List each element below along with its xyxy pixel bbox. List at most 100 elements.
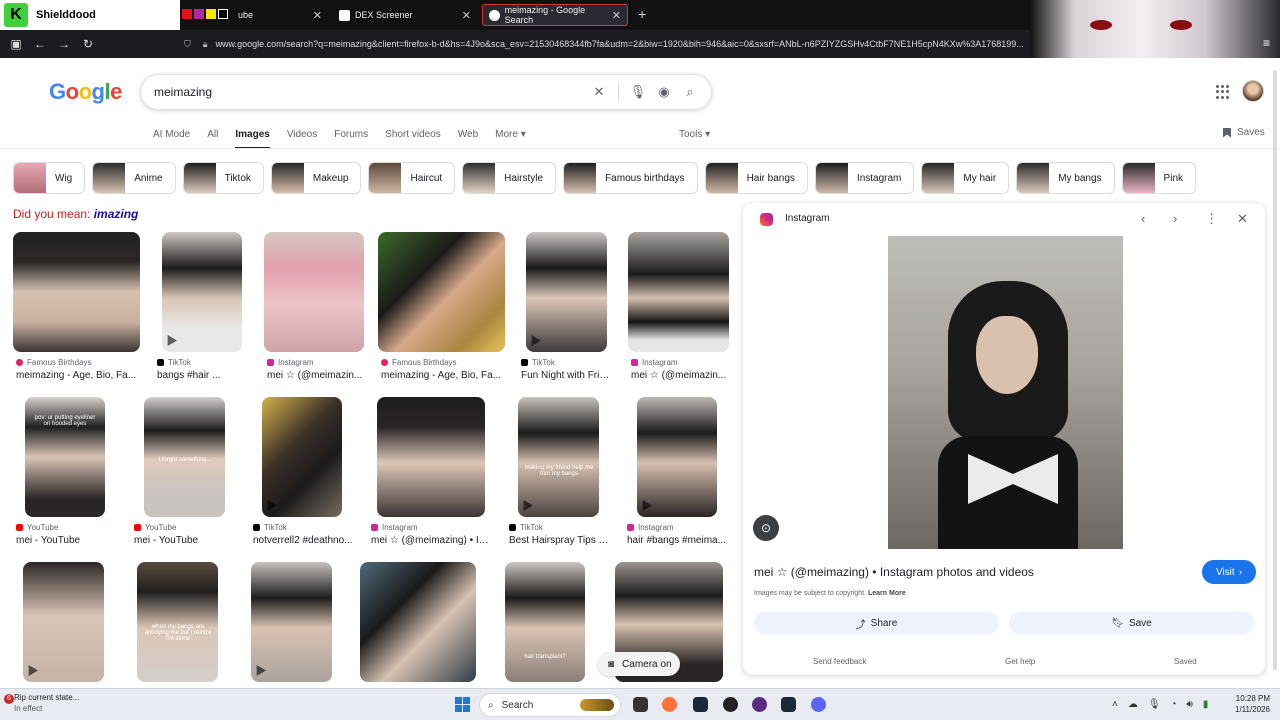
windows-start-icon[interactable]	[455, 697, 470, 712]
cloud-icon[interactable]: ☁	[1128, 699, 1138, 710]
suggested-term-link[interactable]: imazing	[94, 207, 139, 221]
steam-icon[interactable]	[693, 697, 708, 712]
share-button[interactable]: ⤴ Share	[754, 611, 999, 635]
learn-more-link[interactable]: Learn More	[868, 590, 906, 597]
taskbar-search[interactable]: ⌕ Search	[479, 693, 621, 717]
avatar[interactable]	[1242, 80, 1264, 102]
saves-button[interactable]: Saves	[1223, 127, 1265, 138]
chip-tiktok[interactable]: Tiktok	[182, 162, 264, 194]
clock[interactable]: 10:28 PM 1/11/2026	[1200, 693, 1270, 715]
preview-image[interactable]	[888, 236, 1123, 549]
search-box[interactable]: ✕ 🎙︎ ◉ ⌕	[140, 74, 712, 110]
previous-icon[interactable]: ‹	[1141, 211, 1145, 226]
tab-more[interactable]: More ▾	[495, 129, 526, 140]
microphone-icon[interactable]: 🎙︎	[1148, 699, 1161, 710]
chip-hair-bangs[interactable]: Hair bangs	[704, 162, 808, 194]
more-options-icon[interactable]: ⋮	[1205, 211, 1218, 227]
get-help-link[interactable]: Get help	[1005, 657, 1035, 666]
tab-forums[interactable]: Forums	[334, 129, 368, 140]
chip-makeup[interactable]: Makeup	[270, 162, 362, 194]
app-icon[interactable]	[752, 697, 767, 712]
steam-icon[interactable]	[781, 697, 796, 712]
sidebar-toggle-icon[interactable]: ▣	[4, 37, 28, 51]
result-thumbnail[interactable]: making my friend help me trim my bangs	[518, 397, 599, 517]
camera-on-notice[interactable]: ◙ Camera on	[598, 652, 680, 676]
result-thumbnail[interactable]	[526, 232, 607, 352]
apps-grid-icon[interactable]	[1216, 85, 1230, 99]
result-thumbnail[interactable]: hair transplant?	[505, 562, 585, 682]
page-scrollbar[interactable]	[1273, 70, 1277, 670]
microphone-icon[interactable]: 🎙︎	[625, 84, 651, 100]
wifi-icon[interactable]: ◔	[1171, 699, 1177, 710]
tab-short-videos[interactable]: Short videos	[385, 129, 441, 140]
result-thumbnail[interactable]	[360, 562, 476, 682]
chip-pink[interactable]: Pink	[1121, 162, 1196, 194]
lens-search-icon[interactable]: ⊙	[753, 515, 779, 541]
close-icon[interactable]: ✕	[313, 9, 322, 22]
famous-birthdays-icon	[381, 359, 388, 366]
new-tab-icon[interactable]: +	[638, 6, 646, 22]
result-thumbnail[interactable]	[13, 232, 140, 352]
chip-wig[interactable]: Wig	[13, 162, 86, 194]
save-button[interactable]: 🔖︎ Save	[1009, 611, 1254, 635]
close-icon[interactable]: ✕	[612, 9, 621, 22]
reload-icon[interactable]: ↻	[76, 37, 100, 51]
result-thumbnail[interactable]	[162, 232, 242, 352]
weather-widget[interactable]: Rip current state... In effect	[14, 692, 79, 714]
menu-icon[interactable]: ≡	[1263, 36, 1270, 50]
preview-title[interactable]: mei ☆ (@meimazing) • Instagram photos an…	[754, 565, 1034, 579]
notification-badge[interactable]: 6	[4, 694, 14, 704]
google-logo[interactable]: Google	[49, 79, 122, 105]
dex-favicon-icon	[339, 9, 350, 21]
chip-instagram[interactable]: Instagram	[814, 162, 915, 194]
chip-anime[interactable]: Anime	[92, 162, 176, 194]
address-bar[interactable]: ⛉ 🔒︎ www.google.com/search?q=meimazing&c…	[180, 34, 1040, 54]
back-icon[interactable]: ←	[28, 37, 52, 51]
send-feedback-link[interactable]: Send feedback	[813, 657, 866, 666]
app-icon[interactable]	[723, 697, 738, 712]
tab-videos[interactable]: Videos	[287, 129, 317, 140]
tab-youtube[interactable]: ube ✕	[232, 4, 328, 26]
result-thumbnail[interactable]	[23, 562, 104, 682]
next-icon[interactable]: ›	[1173, 211, 1177, 226]
result-thumbnail[interactable]	[264, 232, 364, 352]
search-input[interactable]	[154, 85, 586, 99]
close-icon[interactable]: ✕	[1237, 211, 1248, 227]
tab-web[interactable]: Web	[458, 129, 478, 140]
search-icon[interactable]: ⌕	[677, 84, 703, 100]
task-view-icon[interactable]	[633, 697, 648, 712]
volume-icon[interactable]: 🔊︎	[1187, 699, 1193, 710]
extension-badge[interactable]: K Shielddood	[0, 0, 180, 30]
result-thumbnail[interactable]	[377, 397, 485, 517]
saved-link[interactable]: Saved	[1174, 657, 1197, 666]
result-thumbnail[interactable]: I forgot something...	[144, 397, 225, 517]
tab-google-search[interactable]: meimazing - Google Search ✕	[482, 4, 628, 26]
tab-ai-mode[interactable]: AI Mode	[153, 129, 190, 140]
close-icon[interactable]: ✕	[462, 9, 471, 22]
tools-button[interactable]: Tools ▾	[679, 129, 710, 140]
chip-my-hair[interactable]: My hair	[921, 162, 1010, 194]
tab-all[interactable]: All	[207, 129, 218, 140]
result-thumbnail[interactable]: when my bangs are annoying me but I real…	[137, 562, 218, 682]
chevron-up-icon[interactable]: ˄	[1112, 699, 1118, 710]
preview-source[interactable]: Instagram	[785, 213, 829, 224]
tab-images[interactable]: Images	[235, 129, 271, 149]
discord-icon[interactable]	[811, 697, 826, 712]
chip-famous-birthdays[interactable]: Famous birthdays	[563, 162, 698, 194]
chip-my-bangs[interactable]: My bangs	[1016, 162, 1115, 194]
chip-haircut[interactable]: Haircut	[368, 162, 456, 194]
result-thumbnail[interactable]	[628, 232, 729, 352]
result-thumbnail[interactable]	[262, 397, 342, 517]
clear-icon[interactable]: ✕	[586, 84, 612, 100]
forward-icon[interactable]: →	[52, 37, 76, 51]
firefox-icon[interactable]	[662, 697, 677, 712]
result-thumbnail[interactable]	[378, 232, 505, 352]
lens-icon[interactable]: ◉	[651, 84, 677, 100]
refinement-chips: Wig Anime Tiktok Makeup Haircut Hairstyl…	[13, 162, 1196, 194]
chip-hairstyle[interactable]: Hairstyle	[462, 162, 557, 194]
tab-dex-screener[interactable]: DEX Screener ✕	[333, 4, 477, 26]
result-thumbnail[interactable]	[637, 397, 717, 517]
result-thumbnail[interactable]	[251, 562, 332, 682]
result-thumbnail[interactable]: pov: ur putting eyeliner on hooded eyes	[25, 397, 105, 517]
visit-button[interactable]: Visit ›	[1202, 560, 1256, 584]
